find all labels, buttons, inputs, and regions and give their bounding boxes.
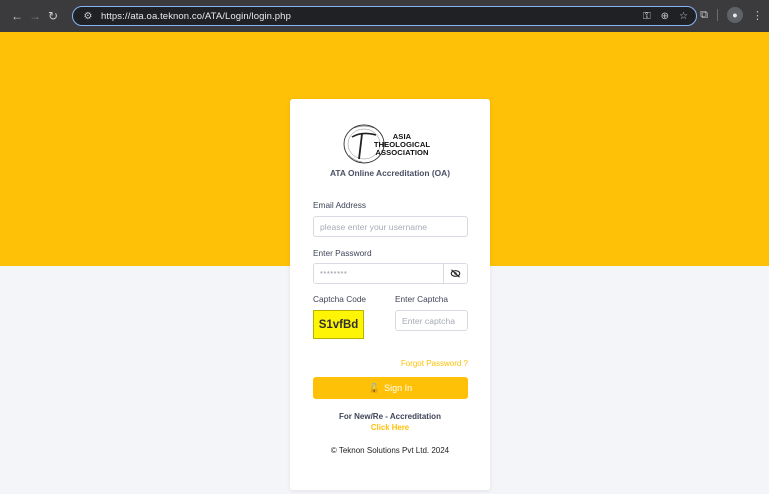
app-title: ATA Online Accreditation (OA) [329,168,451,178]
password-field-group [313,263,468,284]
sign-in-label: Sign In [384,383,413,393]
forward-icon[interactable]: → [26,7,44,25]
toolbar-divider [717,9,718,21]
eye-slash-icon[interactable] [443,264,467,283]
logo-line-association: ASSOCIATION [375,148,429,158]
click-here-link[interactable]: Click Here [290,423,490,432]
unlock-icon: 🔓 [368,382,381,393]
site-info-icon[interactable]: ⚙ [79,11,97,22]
new-accreditation-text: For New/Re - Accreditation [339,412,441,421]
address-bar[interactable]: ⚙ https://ata.oa.teknon.co/ATA/Login/log… [72,6,697,26]
extensions-icon[interactable]: ⧉ [700,9,708,22]
profile-icon[interactable]: ● [727,7,743,23]
email-label: Email Address [313,200,367,210]
reload-icon[interactable]: ↻ [44,7,62,25]
forgot-password-link[interactable]: Forgot Password ? [401,359,468,368]
login-card: ASIA THEOLOGICAL ASSOCIATION ATA Online … [290,99,490,490]
captcha-input[interactable] [395,310,468,331]
captcha-code: S1vfBd [313,310,364,339]
bookmark-star-icon[interactable]: ☆ [679,11,688,22]
install-icon[interactable]: ⊕ [661,11,669,22]
password-label: Enter Password [313,248,372,258]
browser-toolbar: ← → ↻ ⚙ https://ata.oa.teknon.co/ATA/Log… [0,0,769,32]
omnibox-actions: ⚿ ⊕ ☆ [643,7,688,25]
menu-icon[interactable]: ⋮ [752,9,763,22]
captcha-label: Captcha Code [313,294,367,304]
browser-actions: ⧉ ● ⋮ [700,7,763,23]
logo-wordmark: ASIA THEOLOGICAL ASSOCIATION [357,132,447,158]
enter-captcha-label: Enter Captcha [395,294,449,304]
url-text[interactable]: https://ata.oa.teknon.co/ATA/Login/login… [101,11,291,22]
password-input[interactable] [314,264,443,283]
password-key-icon[interactable]: ⚿ [643,11,651,22]
copyright-text: © Teknon Solutions Pvt Ltd. 2024 [330,446,450,455]
sign-in-button[interactable]: 🔓 Sign In [313,377,468,399]
back-icon[interactable]: ← [8,7,26,25]
browser-nav: ← → ↻ [8,7,62,25]
email-input[interactable] [313,216,468,237]
